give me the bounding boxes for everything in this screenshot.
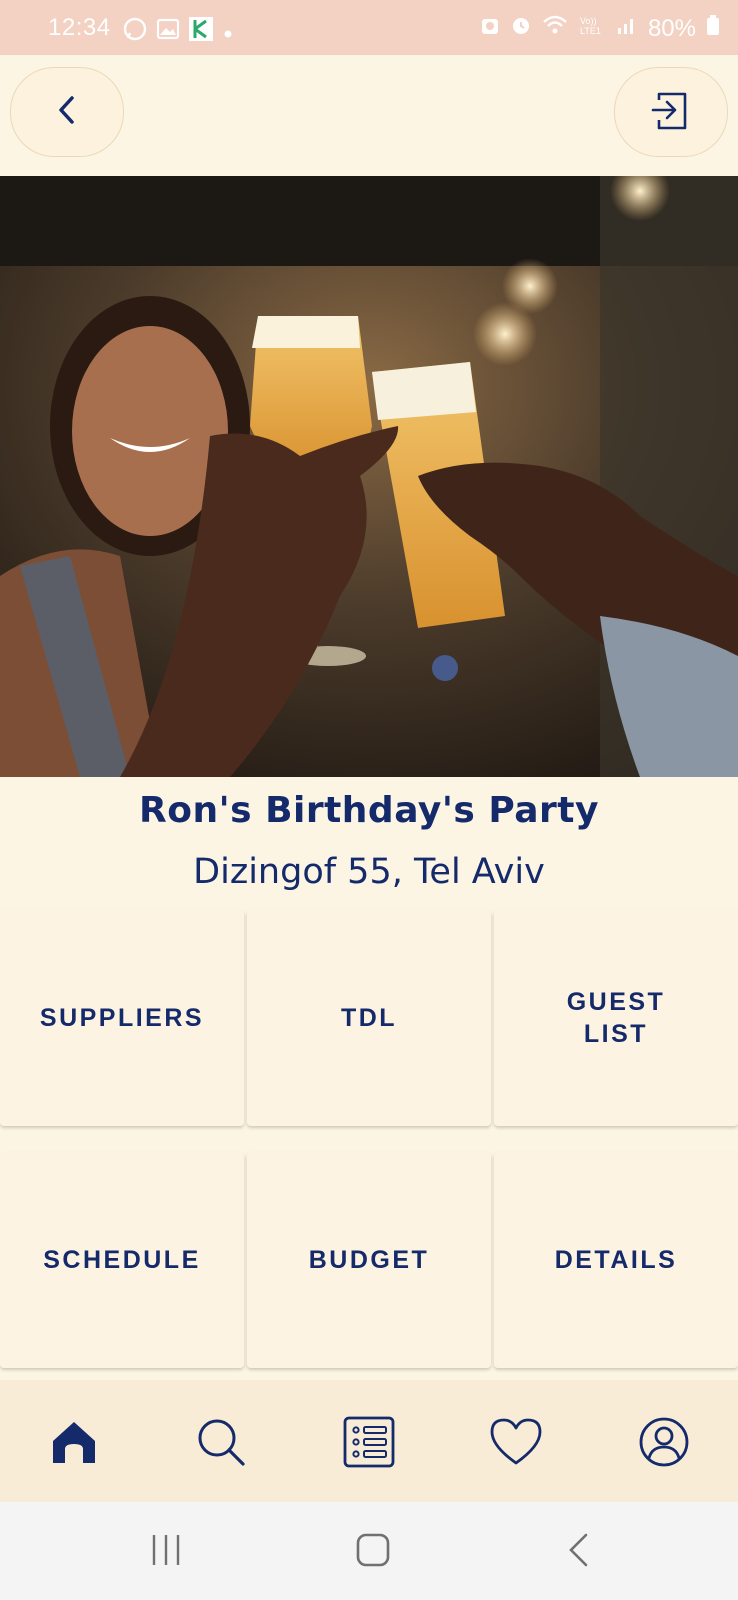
heart-icon [488,1416,544,1472]
wifi-icon [542,14,568,43]
details-tile[interactable]: DETAILS [494,1152,738,1368]
event-title: Ron's Birthday's Party [139,790,599,831]
volte-icon: Vo)) LTE1 [578,14,606,43]
exit-button[interactable] [614,67,728,157]
profile-icon [638,1416,690,1472]
event-address: Dizingof 55, Tel Aviv [193,852,545,892]
system-nav-bar [0,1502,738,1600]
nav-favorites[interactable] [486,1414,546,1474]
home-system-button[interactable] [353,1532,393,1572]
carousel-dot[interactable] [432,655,458,681]
top-bar [0,55,738,175]
battery-icon [706,14,720,43]
whatsapp-icon [122,16,148,49]
alarm-icon [510,14,532,43]
gallery-icon [156,17,180,48]
battery-level: 80% [647,14,696,42]
recent-apps-icon [148,1532,184,1572]
suppliers-tile[interactable]: SUPPLIERS [0,910,244,1126]
nav-list[interactable] [339,1414,399,1474]
nav-profile[interactable] [634,1414,694,1474]
list-icon [342,1415,396,1473]
svg-text:Vo)): Vo)) [580,16,597,26]
back-arrow-icon [562,1532,598,1572]
nav-search[interactable] [191,1414,251,1474]
app-icon [188,16,214,49]
nav-home[interactable] [44,1414,104,1474]
status-time: 12:34 [48,14,111,41]
search-icon [195,1416,247,1472]
bottom-nav [0,1380,738,1502]
back-button[interactable] [10,67,124,157]
event-cover-image [0,176,738,777]
sync-icon [480,14,500,43]
signal-icon [616,14,638,43]
schedule-tile[interactable]: SCHEDULE [0,1152,244,1368]
exit-icon [651,88,691,136]
tdl-tile[interactable]: TDL [247,910,491,1126]
chevron-left-icon [53,94,81,130]
dot-icon [222,19,234,47]
budget-tile[interactable]: BUDGET [247,1152,491,1368]
home-icon [49,1417,99,1471]
status-bar: 12:34 Vo)) LTE1 80% [0,0,738,55]
guest-list-tile[interactable]: GUEST LIST [494,910,738,1126]
svg-text:LTE1: LTE1 [580,26,601,36]
home-square-icon [355,1532,391,1572]
system-back-button[interactable] [560,1532,600,1572]
recent-apps-button[interactable] [146,1532,186,1572]
